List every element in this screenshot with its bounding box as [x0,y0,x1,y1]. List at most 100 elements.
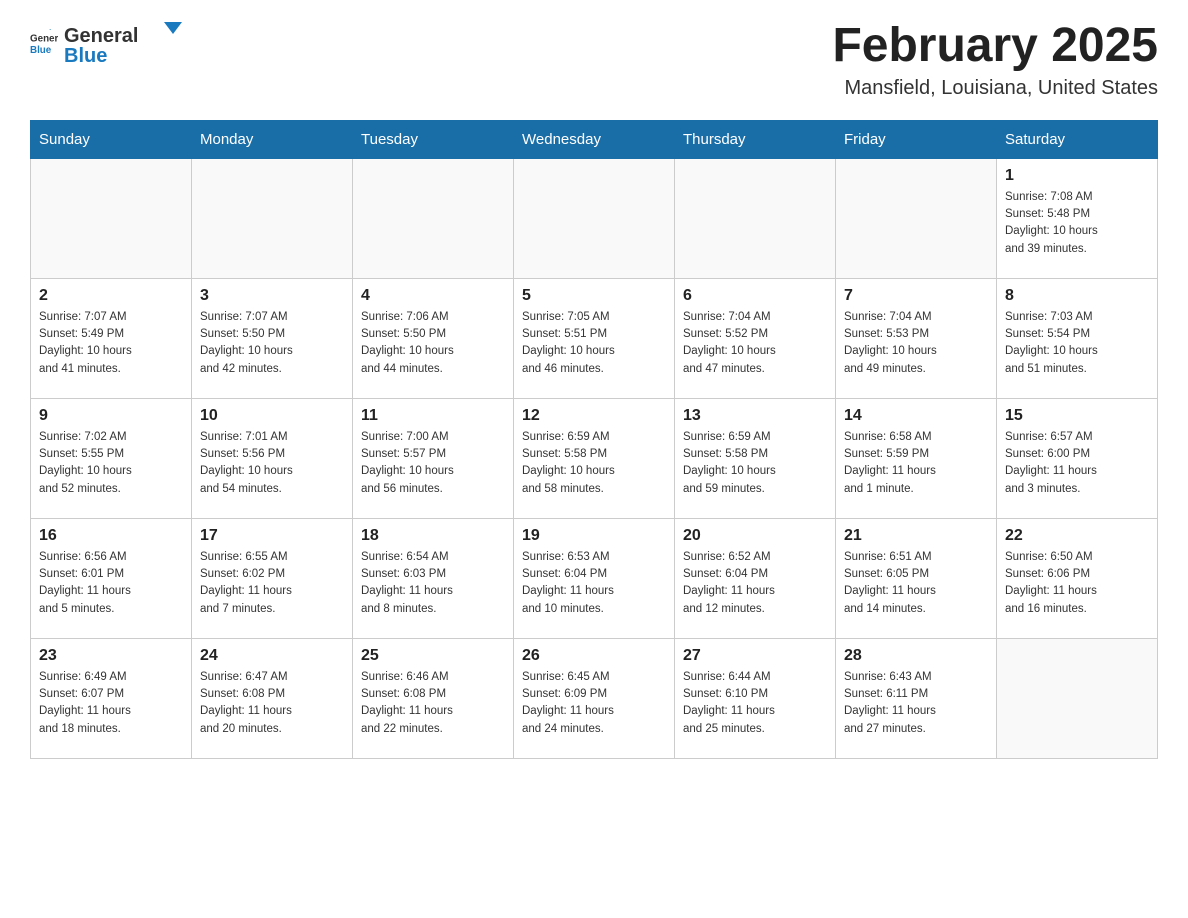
day-info: Sunrise: 7:07 AM Sunset: 5:49 PM Dayligh… [39,309,183,378]
day-number: 14 [844,407,988,425]
day-number: 11 [361,407,505,425]
col-sunday: Sunday [31,120,192,158]
day-number: 24 [200,647,344,665]
day-number: 20 [683,527,827,545]
svg-text:General: General [30,33,58,44]
day-cell: 3 Sunrise: 7:07 AM Sunset: 5:50 PM Daylig… [192,278,353,398]
day-info: Sunrise: 7:01 AM Sunset: 5:56 PM Dayligh… [200,429,344,498]
svg-text:General: General [64,25,138,47]
day-number: 4 [361,287,505,305]
col-friday: Friday [836,120,997,158]
day-number: 8 [1005,287,1149,305]
day-number: 22 [1005,527,1149,545]
day-cell [997,638,1158,758]
day-cell: 19 Sunrise: 6:53 AM Sunset: 6:04 PM Dayli… [514,518,675,638]
calendar-table: Sunday Monday Tuesday Wednesday Thursday… [30,120,1158,759]
day-info: Sunrise: 6:47 AM Sunset: 6:08 PM Dayligh… [200,669,344,738]
logo-icon: General Blue [30,29,58,57]
day-number: 9 [39,407,183,425]
day-info: Sunrise: 6:59 AM Sunset: 5:58 PM Dayligh… [522,429,666,498]
day-info: Sunrise: 7:03 AM Sunset: 5:54 PM Dayligh… [1005,309,1149,378]
day-info: Sunrise: 7:04 AM Sunset: 5:53 PM Dayligh… [844,309,988,378]
day-cell: 4 Sunrise: 7:06 AM Sunset: 5:50 PM Daylig… [353,278,514,398]
day-number: 18 [361,527,505,545]
day-cell: 1Sunrise: 7:08 AM Sunset: 5:48 PM Daylig… [997,158,1158,278]
day-cell [31,158,192,278]
week-row-2: 9 Sunrise: 7:02 AM Sunset: 5:55 PM Daylig… [31,398,1158,518]
day-info: Sunrise: 7:00 AM Sunset: 5:57 PM Dayligh… [361,429,505,498]
day-info: Sunrise: 6:54 AM Sunset: 6:03 PM Dayligh… [361,549,505,618]
day-info: Sunrise: 7:02 AM Sunset: 5:55 PM Dayligh… [39,429,183,498]
day-info: Sunrise: 6:56 AM Sunset: 6:01 PM Dayligh… [39,549,183,618]
day-number: 1 [1005,167,1149,185]
day-number: 19 [522,527,666,545]
logo-graphic: General Blue [64,20,194,65]
day-cell: 15 Sunrise: 6:57 AM Sunset: 6:00 PM Dayli… [997,398,1158,518]
day-number: 10 [200,407,344,425]
day-info: Sunrise: 6:59 AM Sunset: 5:58 PM Dayligh… [683,429,827,498]
day-cell [675,158,836,278]
day-cell [353,158,514,278]
day-number: 13 [683,407,827,425]
day-number: 25 [361,647,505,665]
day-cell: 17Sunrise: 6:55 AM Sunset: 6:02 PM Dayli… [192,518,353,638]
col-tuesday: Tuesday [353,120,514,158]
day-number: 12 [522,407,666,425]
day-number: 16 [39,527,183,545]
day-info: Sunrise: 7:04 AM Sunset: 5:52 PM Dayligh… [683,309,827,378]
day-number: 3 [200,287,344,305]
day-info: Sunrise: 6:52 AM Sunset: 6:04 PM Dayligh… [683,549,827,618]
day-info: Sunrise: 6:53 AM Sunset: 6:04 PM Dayligh… [522,549,666,618]
day-cell: 8 Sunrise: 7:03 AM Sunset: 5:54 PM Daylig… [997,278,1158,398]
col-wednesday: Wednesday [514,120,675,158]
day-info: Sunrise: 6:51 AM Sunset: 6:05 PM Dayligh… [844,549,988,618]
day-number: 6 [683,287,827,305]
day-cell: 12 Sunrise: 6:59 AM Sunset: 5:58 PM Dayli… [514,398,675,518]
day-cell: 7 Sunrise: 7:04 AM Sunset: 5:53 PM Daylig… [836,278,997,398]
day-number: 26 [522,647,666,665]
day-cell: 5Sunrise: 7:05 AM Sunset: 5:51 PM Daylig… [514,278,675,398]
day-info: Sunrise: 7:05 AM Sunset: 5:51 PM Dayligh… [522,309,666,378]
col-monday: Monday [192,120,353,158]
day-number: 7 [844,287,988,305]
week-row-4: 23Sunrise: 6:49 AM Sunset: 6:07 PM Dayli… [31,638,1158,758]
day-cell [836,158,997,278]
day-number: 2 [39,287,183,305]
day-cell: 14 Sunrise: 6:58 AM Sunset: 5:59 PM Dayli… [836,398,997,518]
day-cell: 6 Sunrise: 7:04 AM Sunset: 5:52 PM Daylig… [675,278,836,398]
day-cell: 9 Sunrise: 7:02 AM Sunset: 5:55 PM Daylig… [31,398,192,518]
day-number: 15 [1005,407,1149,425]
day-cell: 28Sunrise: 6:43 AM Sunset: 6:11 PM Dayli… [836,638,997,758]
day-cell: 16 Sunrise: 6:56 AM Sunset: 6:01 PM Dayli… [31,518,192,638]
svg-text:Blue: Blue [64,45,107,65]
day-info: Sunrise: 6:58 AM Sunset: 5:59 PM Dayligh… [844,429,988,498]
day-info: Sunrise: 6:45 AM Sunset: 6:09 PM Dayligh… [522,669,666,738]
day-cell [514,158,675,278]
svg-text:Blue: Blue [30,44,52,55]
day-cell: 11 Sunrise: 7:00 AM Sunset: 5:57 PM Dayli… [353,398,514,518]
day-cell [192,158,353,278]
week-row-3: 16 Sunrise: 6:56 AM Sunset: 6:01 PM Dayli… [31,518,1158,638]
day-cell: 2 Sunrise: 7:07 AM Sunset: 5:49 PM Daylig… [31,278,192,398]
day-number: 23 [39,647,183,665]
week-row-1: 2 Sunrise: 7:07 AM Sunset: 5:49 PM Daylig… [31,278,1158,398]
day-cell: 13 Sunrise: 6:59 AM Sunset: 5:58 PM Dayli… [675,398,836,518]
day-cell: 26 Sunrise: 6:45 AM Sunset: 6:09 PM Dayli… [514,638,675,758]
day-cell: 27 Sunrise: 6:44 AM Sunset: 6:10 PM Dayli… [675,638,836,758]
day-info: Sunrise: 6:55 AM Sunset: 6:02 PM Dayligh… [200,549,344,618]
day-info: Sunrise: 6:50 AM Sunset: 6:06 PM Dayligh… [1005,549,1149,618]
day-info: Sunrise: 6:43 AM Sunset: 6:11 PM Dayligh… [844,669,988,738]
day-info: Sunrise: 7:07 AM Sunset: 5:50 PM Dayligh… [200,309,344,378]
day-cell: 20 Sunrise: 6:52 AM Sunset: 6:04 PM Dayli… [675,518,836,638]
day-cell: 23Sunrise: 6:49 AM Sunset: 6:07 PM Dayli… [31,638,192,758]
day-cell: 22 Sunrise: 6:50 AM Sunset: 6:06 PM Dayli… [997,518,1158,638]
header-row: Sunday Monday Tuesday Wednesday Thursday… [31,120,1158,158]
location: Mansfield, Louisiana, United States [832,77,1158,100]
day-info: Sunrise: 6:57 AM Sunset: 6:00 PM Dayligh… [1005,429,1149,498]
day-info: Sunrise: 7:06 AM Sunset: 5:50 PM Dayligh… [361,309,505,378]
day-number: 27 [683,647,827,665]
day-cell: 18 Sunrise: 6:54 AM Sunset: 6:03 PM Dayli… [353,518,514,638]
month-title: February 2025 [832,20,1158,73]
day-info: Sunrise: 6:44 AM Sunset: 6:10 PM Dayligh… [683,669,827,738]
day-number: 21 [844,527,988,545]
